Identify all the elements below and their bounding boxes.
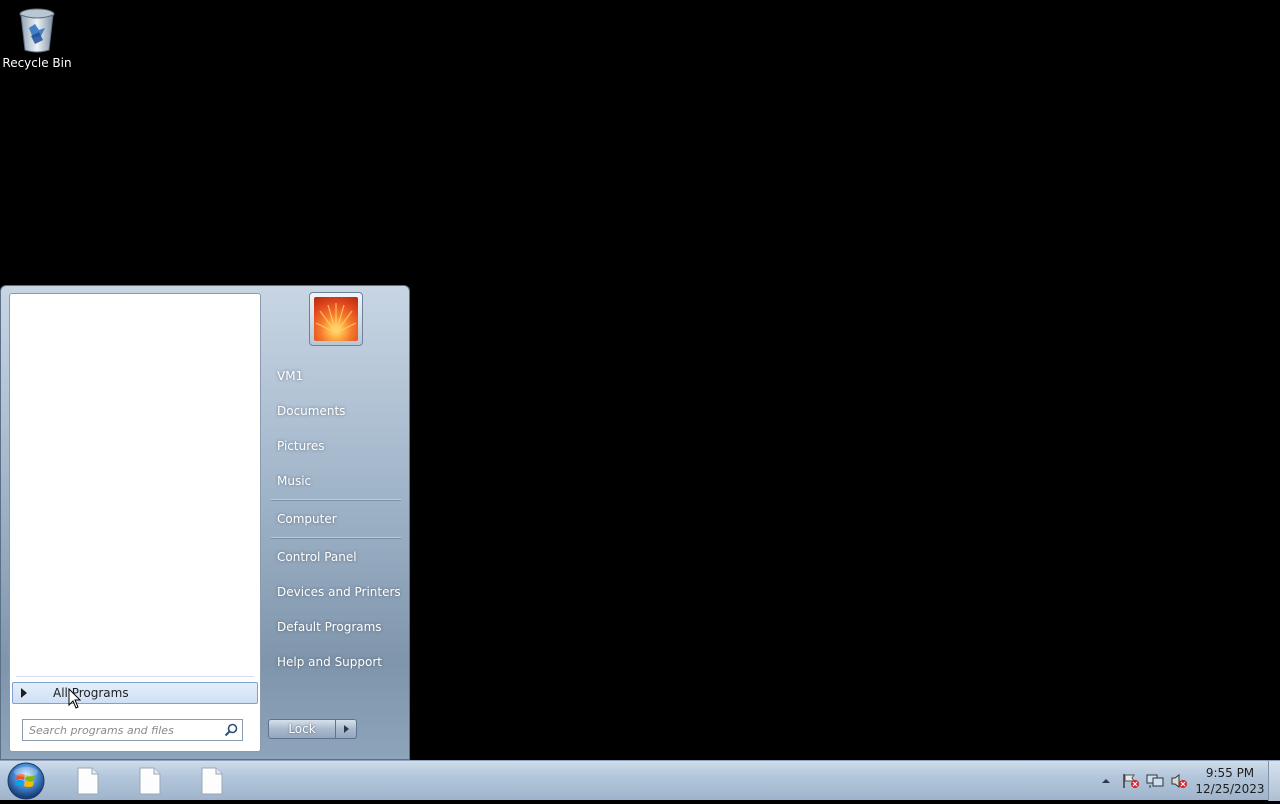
action-center-flag-icon[interactable]: [1122, 773, 1140, 789]
separator: [271, 499, 401, 500]
recycle-bin-icon: [19, 8, 55, 53]
taskbar-item[interactable]: [66, 765, 110, 797]
clock[interactable]: 9:55 PM 12/25/2023: [1192, 765, 1268, 797]
mouse-cursor-icon: [68, 688, 82, 709]
document-icon: [201, 767, 223, 795]
documents-link[interactable]: Documents: [269, 396, 403, 426]
separator: [271, 537, 401, 538]
search-icon[interactable]: [224, 723, 238, 737]
music-link[interactable]: Music: [269, 466, 403, 496]
help-and-support-link[interactable]: Help and Support: [269, 647, 403, 677]
default-programs-link[interactable]: Default Programs: [269, 612, 403, 642]
show-desktop-button[interactable]: [1268, 761, 1280, 801]
start-menu: All Programs V: [0, 285, 410, 760]
recycle-bin-label: Recycle Bin: [2, 56, 72, 70]
all-programs-button[interactable]: All Programs: [12, 682, 258, 704]
taskbar-item[interactable]: [190, 765, 234, 797]
arrow-right-icon: [343, 725, 349, 733]
lock-button[interactable]: Lock: [268, 719, 336, 739]
shutdown-options-button[interactable]: [336, 719, 357, 739]
clock-date: 12/25/2023: [1195, 782, 1265, 796]
show-hidden-icons-chevron[interactable]: [1100, 777, 1112, 785]
search-input[interactable]: [29, 723, 219, 737]
user-folder-link[interactable]: VM1: [269, 361, 403, 391]
start-button[interactable]: [6, 762, 46, 800]
taskbar-item[interactable]: [128, 765, 172, 797]
expand-arrow-icon: [21, 688, 27, 698]
network-icon[interactable]: [1146, 773, 1164, 789]
pictures-link[interactable]: Pictures: [269, 431, 403, 461]
clock-time: 9:55 PM: [1205, 766, 1255, 780]
programs-pane: All Programs: [9, 293, 261, 752]
computer-link[interactable]: Computer: [269, 504, 403, 534]
recycle-bin-shortcut[interactable]: Recycle Bin: [2, 6, 72, 76]
document-icon: [139, 767, 161, 795]
volume-muted-icon[interactable]: [1170, 773, 1188, 789]
control-panel-link[interactable]: Control Panel: [269, 542, 403, 572]
search-box[interactable]: [22, 719, 243, 741]
document-icon: [77, 767, 99, 795]
windows-start-orb-icon: [7, 762, 45, 800]
taskbar: 9:55 PM 12/25/2023: [0, 760, 1280, 801]
all-programs-label: All Programs: [53, 686, 129, 700]
user-picture-flower: [314, 297, 358, 341]
devices-and-printers-link[interactable]: Devices and Printers: [269, 577, 403, 607]
user-picture[interactable]: [309, 292, 363, 346]
programs-divider: [16, 676, 254, 677]
